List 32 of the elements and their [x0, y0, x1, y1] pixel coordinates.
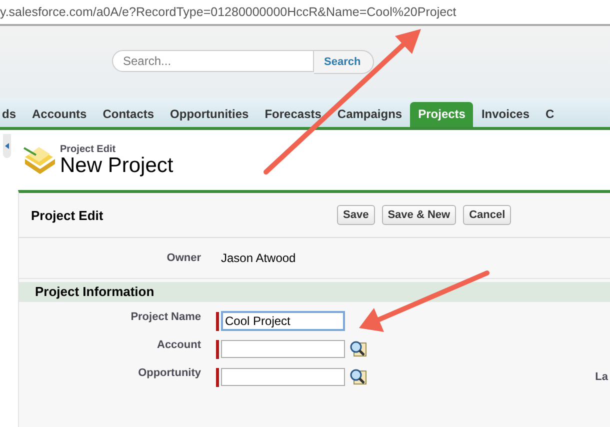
- lookup-icon[interactable]: [349, 340, 367, 358]
- form-button[interactable]: Save & New: [382, 205, 456, 225]
- page-subtitle: Project Edit: [60, 144, 117, 154]
- field-label: La: [595, 371, 608, 383]
- nav-tab[interactable]: Campaigns: [329, 102, 410, 127]
- field-label: Opportunity: [137, 367, 201, 379]
- input-field[interactable]: Cool Project: [221, 311, 345, 331]
- nav-tab[interactable]: Opportunities: [162, 102, 257, 127]
- input-field[interactable]: [221, 368, 345, 386]
- lookup-icon[interactable]: [349, 368, 367, 386]
- field-label: Owner: [166, 252, 201, 264]
- field-label: Account: [156, 339, 201, 351]
- sidebar-toggle[interactable]: [3, 134, 11, 158]
- nav-tab[interactable]: C: [538, 102, 562, 127]
- search-field[interactable]: Search...: [112, 50, 314, 72]
- nav-tab[interactable]: Forecasts: [256, 102, 330, 127]
- caret-icon: [5, 143, 9, 149]
- nav-tab[interactable]: Invoices: [473, 102, 538, 127]
- panel-title: Project Edit: [30, 208, 104, 222]
- form-button[interactable]: Save: [337, 205, 375, 225]
- section-header: Project Information: [19, 282, 610, 302]
- nav-tab[interactable]: ds: [0, 102, 24, 127]
- input-field[interactable]: [221, 340, 345, 358]
- nav-tab[interactable]: Accounts: [24, 102, 95, 127]
- form-button[interactable]: Cancel: [463, 205, 512, 225]
- nav-tab[interactable]: Projects: [410, 102, 474, 127]
- search-button[interactable]: Search: [314, 50, 374, 74]
- field-value: Jason Atwood: [221, 251, 296, 265]
- field-label: Project Name: [130, 311, 201, 323]
- nav-tab[interactable]: Contacts: [94, 102, 162, 127]
- page-title: New Project: [60, 154, 174, 176]
- folder-pencil-icon: [22, 145, 56, 175]
